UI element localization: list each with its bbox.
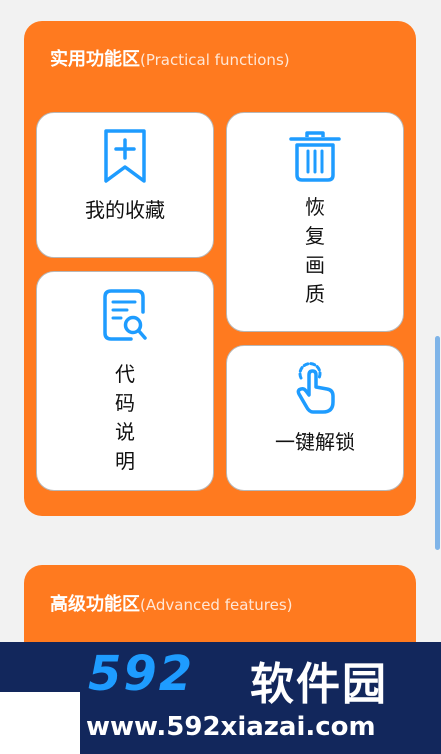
bookmark-add-icon (104, 129, 146, 183)
practical-functions-panel: 实用功能区(Practical functions) 我的收藏 恢复画质 代码说… (24, 21, 416, 516)
watermark-brand-number: 592 (88, 646, 195, 702)
advanced-title: 高级功能区 (50, 594, 140, 615)
my-favorites-card[interactable]: 我的收藏 (36, 112, 214, 258)
practical-title: 实用功能区 (50, 49, 140, 70)
scrollbar[interactable] (435, 336, 440, 550)
advanced-subtitle: (Advanced features) (140, 596, 293, 614)
practical-subtitle: (Practical functions) (140, 51, 290, 69)
watermark-left-block (0, 692, 80, 754)
advanced-panel-title: 高级功能区(Advanced features) (50, 590, 293, 616)
practical-panel-title: 实用功能区(Practical functions) (50, 45, 290, 71)
watermark-brand-text: 软件园 (250, 659, 388, 710)
restore-quality-card[interactable]: 恢复画质 (226, 112, 404, 332)
document-search-icon (103, 289, 147, 341)
watermark-url: www.592xiazai.com (86, 712, 376, 742)
code-description-label: 代码说明 (115, 362, 135, 473)
trash-icon (289, 131, 341, 182)
watermark-banner: 592 软件园 www.592xiazai.com (0, 642, 441, 754)
tap-finger-icon (296, 362, 335, 414)
restore-quality-label: 恢复画质 (305, 195, 325, 306)
code-description-card[interactable]: 代码说明 (36, 271, 214, 491)
one-click-unlock-card[interactable]: 一键解锁 (226, 345, 404, 491)
one-click-unlock-label: 一键解锁 (275, 430, 355, 454)
my-favorites-label: 我的收藏 (85, 198, 165, 222)
